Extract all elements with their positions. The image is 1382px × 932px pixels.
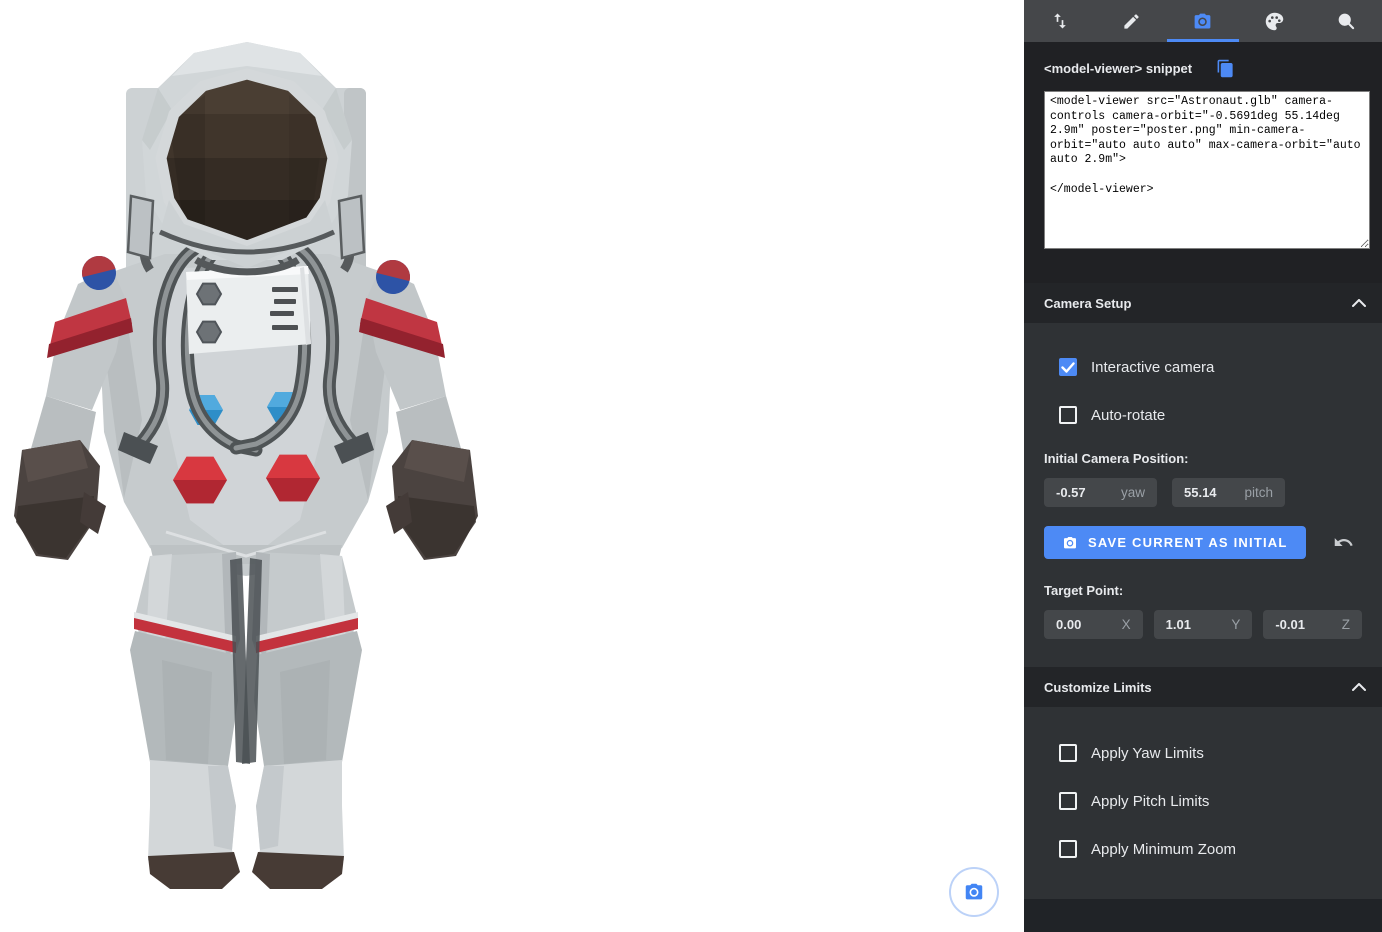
apply-pitch-limits-checkbox[interactable] (1059, 792, 1077, 810)
pitch-field[interactable]: 55.14 pitch (1172, 478, 1285, 507)
checkbox-label: Apply Yaw Limits (1091, 745, 1204, 762)
target-y-unit: Y (1231, 617, 1240, 632)
target-point-fields: 0.00 X 1.01 Y -0.01 Z (1044, 610, 1362, 639)
content-copy-icon (1216, 59, 1235, 78)
save-current-as-initial-button[interactable]: SAVE CURRENT AS INITIAL (1044, 526, 1306, 559)
target-x-field[interactable]: 0.00 X (1044, 610, 1143, 639)
tab-materials[interactable] (1239, 0, 1311, 42)
section-title: Camera Setup (1044, 296, 1131, 311)
checkbox-label: Interactive camera (1091, 359, 1214, 376)
checkbox-label: Apply Minimum Zoom (1091, 841, 1236, 858)
snippet-code[interactable]: <model-viewer src="Astronaut.glb" camera… (1044, 91, 1370, 249)
tab-edit[interactable] (1096, 0, 1168, 42)
target-z-value: -0.01 (1275, 617, 1305, 632)
chevron-up-icon (1352, 683, 1366, 691)
yaw-unit: yaw (1121, 485, 1145, 500)
save-button-label: SAVE CURRENT AS INITIAL (1088, 535, 1288, 550)
apply-pitch-limits-row[interactable]: Apply Pitch Limits (1044, 777, 1362, 825)
target-x-unit: X (1122, 617, 1131, 632)
camera-icon (1192, 11, 1213, 32)
tab-import-export[interactable] (1024, 0, 1096, 42)
checkmark-icon (1061, 361, 1075, 373)
snippet-title: <model-viewer> snippet (1044, 61, 1192, 76)
model-viewport[interactable] (0, 0, 1024, 932)
target-point-label: Target Point: (1044, 583, 1362, 598)
apply-minimum-zoom-row[interactable]: Apply Minimum Zoom (1044, 825, 1362, 873)
target-z-unit: Z (1342, 617, 1350, 632)
pitch-value: 55.14 (1184, 485, 1217, 500)
editor-panel: <model-viewer> snippet <model-viewer src… (1024, 0, 1382, 932)
section-header-customize-limits[interactable]: Customize Limits (1024, 667, 1382, 707)
capture-poster-button[interactable] (949, 867, 999, 917)
chest-panel (186, 266, 311, 354)
camera-icon (963, 881, 985, 903)
undo-icon (1333, 532, 1354, 553)
target-z-field[interactable]: -0.01 Z (1263, 610, 1362, 639)
target-y-field[interactable]: 1.01 Y (1154, 610, 1253, 639)
camera-setup-body: Interactive camera Auto-rotate Initial C… (1024, 323, 1382, 667)
checkbox-label: Auto-rotate (1091, 407, 1165, 424)
tab-bar (1024, 0, 1382, 42)
apply-minimum-zoom-checkbox[interactable] (1059, 840, 1077, 858)
apply-yaw-limits-row[interactable]: Apply Yaw Limits (1044, 729, 1362, 777)
section-header-camera-setup[interactable]: Camera Setup (1024, 283, 1382, 323)
tab-inspector[interactable] (1310, 0, 1382, 42)
auto-rotate-row[interactable]: Auto-rotate (1044, 391, 1362, 439)
tab-camera[interactable] (1167, 0, 1239, 42)
interactive-camera-checkbox[interactable] (1059, 358, 1077, 376)
auto-rotate-checkbox[interactable] (1059, 406, 1077, 424)
chevron-up-icon (1352, 299, 1366, 307)
astronaut-model[interactable] (0, 0, 1024, 932)
interactive-camera-row[interactable]: Interactive camera (1044, 343, 1362, 391)
snippet-section: <model-viewer> snippet <model-viewer src… (1024, 42, 1382, 283)
search-icon (1336, 11, 1356, 31)
pitch-unit: pitch (1244, 485, 1273, 500)
yaw-value: -0.57 (1056, 485, 1086, 500)
camera-icon (1062, 535, 1078, 551)
model-viewer-editor: <model-viewer> snippet <model-viewer src… (0, 0, 1382, 932)
active-tab-underline (1167, 39, 1239, 42)
target-x-value: 0.00 (1056, 617, 1081, 632)
panel-bottom-fill (1024, 899, 1382, 932)
copy-snippet-button[interactable] (1214, 57, 1237, 80)
yaw-field[interactable]: -0.57 yaw (1044, 478, 1157, 507)
undo-button[interactable] (1333, 532, 1354, 553)
boots (148, 760, 344, 889)
swap-vertical-icon (1050, 11, 1070, 31)
apply-yaw-limits-checkbox[interactable] (1059, 744, 1077, 762)
save-row: SAVE CURRENT AS INITIAL (1044, 526, 1362, 559)
pencil-icon (1122, 12, 1141, 31)
target-y-value: 1.01 (1166, 617, 1191, 632)
palette-icon (1264, 11, 1285, 32)
initial-camera-position-fields: -0.57 yaw 55.14 pitch (1044, 478, 1362, 507)
initial-camera-position-label: Initial Camera Position: (1044, 451, 1362, 466)
section-title: Customize Limits (1044, 680, 1152, 695)
customize-limits-body: Apply Yaw Limits Apply Pitch Limits Appl… (1024, 707, 1382, 899)
checkbox-label: Apply Pitch Limits (1091, 793, 1209, 810)
